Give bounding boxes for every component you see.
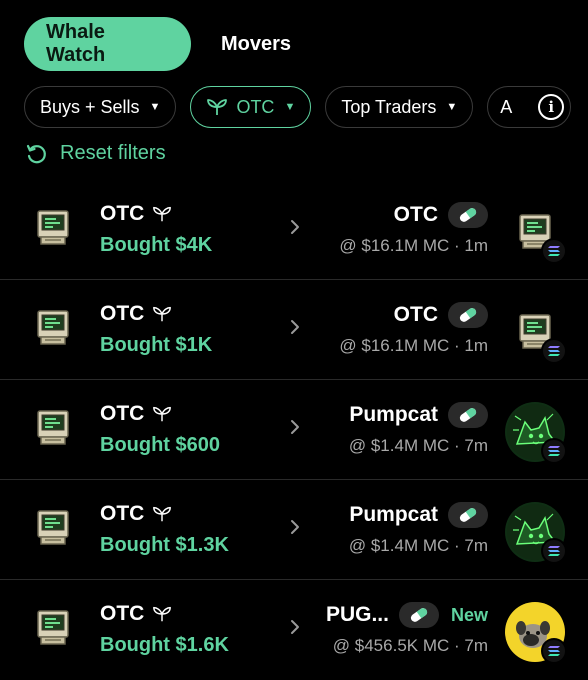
- more-filter-label: A: [500, 96, 513, 117]
- sprout-icon: [206, 98, 228, 116]
- chevron-right-icon: [287, 616, 303, 638]
- side-filter-label: Buys + Sells: [40, 96, 140, 117]
- caret-down-icon: ▼: [149, 101, 161, 113]
- market-cap-time: @ $16.1M MC · 1m: [339, 236, 488, 255]
- sprout-icon: [152, 605, 172, 623]
- sprout-icon: [152, 505, 172, 523]
- solana-icon: [541, 438, 567, 464]
- market-cap-time: @ $1.4M MC · 7m: [348, 536, 488, 555]
- info-icon[interactable]: i: [538, 94, 565, 120]
- caret-down-icon: ▼: [284, 101, 296, 113]
- computer-icon: [36, 410, 70, 446]
- trade-amount: Bought $1.3K: [100, 534, 229, 556]
- computer-icon: [36, 310, 70, 346]
- solana-icon: [541, 638, 567, 664]
- token-line: OTC: [394, 202, 488, 228]
- traders-filter-dropdown[interactable]: Top Traders ▼: [325, 86, 474, 128]
- chevron-right-icon: [287, 316, 303, 338]
- token-line: Pumpcat: [349, 502, 488, 528]
- computer-icon: [36, 510, 70, 546]
- chevron-right-icon: [287, 516, 303, 538]
- pill-icon: [398, 602, 439, 628]
- token-name: Pumpcat: [349, 403, 438, 426]
- token-avatar[interactable]: [505, 302, 567, 364]
- side-filter-dropdown[interactable]: Buys + Sells ▼: [24, 86, 177, 128]
- solana-icon: [541, 538, 567, 564]
- sprout-icon: [152, 405, 172, 423]
- token-name: OTC: [393, 303, 438, 326]
- chevron-right-icon: [287, 216, 303, 238]
- trade-row[interactable]: OTC Bought $1K OTC @ $16.1M MC · 1m: [0, 280, 588, 380]
- pill-icon: [448, 502, 488, 528]
- market-cap-time: @ $16.1M MC · 1m: [339, 336, 488, 355]
- token-line: Pumpcat: [349, 402, 488, 428]
- reset-filters-label: Reset filters: [60, 142, 166, 164]
- category-filter-label: OTC: [236, 96, 275, 117]
- market-cap-time: @ $456.5K MC · 7m: [332, 636, 488, 655]
- computer-icon: [36, 610, 70, 646]
- trader-name: OTC: [100, 402, 145, 425]
- reset-icon: [26, 144, 46, 163]
- trade-row[interactable]: OTC Bought $1.6K PUG... New @ $456.5K MC · 7…: [0, 580, 588, 680]
- trader-name: OTC: [100, 602, 145, 625]
- chevron-right-icon: [287, 416, 303, 438]
- token-avatar[interactable]: [505, 402, 567, 464]
- trade-amount: Bought $1.6K: [100, 634, 229, 656]
- token-avatar[interactable]: [505, 602, 567, 664]
- trader-name-line: OTC: [100, 202, 172, 226]
- tab-whale-watch[interactable]: Whale Watch: [24, 17, 191, 71]
- pill-icon: [448, 202, 488, 228]
- caret-down-icon: ▼: [446, 101, 458, 113]
- tab-movers[interactable]: Movers: [199, 17, 313, 71]
- solana-icon: [541, 338, 567, 364]
- token-name: Pumpcat: [349, 503, 438, 526]
- token-avatar[interactable]: [505, 502, 567, 564]
- trader-name-line: OTC: [100, 302, 172, 326]
- trader-name-line: OTC: [100, 602, 172, 626]
- trade-list: OTC Bought $4K OTC @ $16.1M MC · 1m OTC Boug…: [0, 180, 588, 680]
- more-filter-chip[interactable]: A i: [487, 86, 572, 128]
- solana-icon: [541, 238, 567, 264]
- trade-row[interactable]: OTC Bought $600 Pumpcat @ $1.4M MC · 7m: [0, 380, 588, 480]
- market-cap-time: @ $1.4M MC · 7m: [348, 436, 488, 455]
- trader-name-line: OTC: [100, 502, 172, 526]
- filter-bar: Buys + Sells ▼ OTC ▼ Top Traders ▼ A i: [24, 86, 588, 128]
- pill-icon: [448, 302, 488, 328]
- token-avatar[interactable]: [505, 202, 567, 264]
- new-badge: New: [450, 604, 488, 625]
- token-name: PUG...: [325, 603, 389, 626]
- token-line: OTC: [394, 302, 488, 328]
- computer-icon: [36, 210, 70, 246]
- trade-row[interactable]: OTC Bought $1.3K Pumpcat @ $1.4M MC · 7m: [0, 480, 588, 580]
- trade-amount: Bought $4K: [100, 234, 213, 256]
- token-name: OTC: [393, 203, 438, 226]
- reset-filters-button[interactable]: Reset filters: [26, 142, 166, 165]
- trader-name: OTC: [100, 202, 145, 225]
- trader-name: OTC: [100, 502, 145, 525]
- trader-name-line: OTC: [100, 402, 172, 426]
- pill-icon: [448, 402, 488, 428]
- trade-amount: Bought $600: [100, 434, 221, 456]
- sprout-icon: [152, 205, 172, 223]
- top-tabs: Whale Watch Movers: [24, 17, 313, 71]
- category-filter-dropdown[interactable]: OTC ▼: [190, 86, 312, 128]
- token-line: PUG... New: [326, 602, 488, 628]
- trader-name: OTC: [100, 302, 145, 325]
- trade-amount: Bought $1K: [100, 334, 213, 356]
- traders-filter-label: Top Traders: [341, 96, 437, 117]
- sprout-icon: [152, 305, 172, 323]
- trade-row[interactable]: OTC Bought $4K OTC @ $16.1M MC · 1m: [0, 180, 588, 280]
